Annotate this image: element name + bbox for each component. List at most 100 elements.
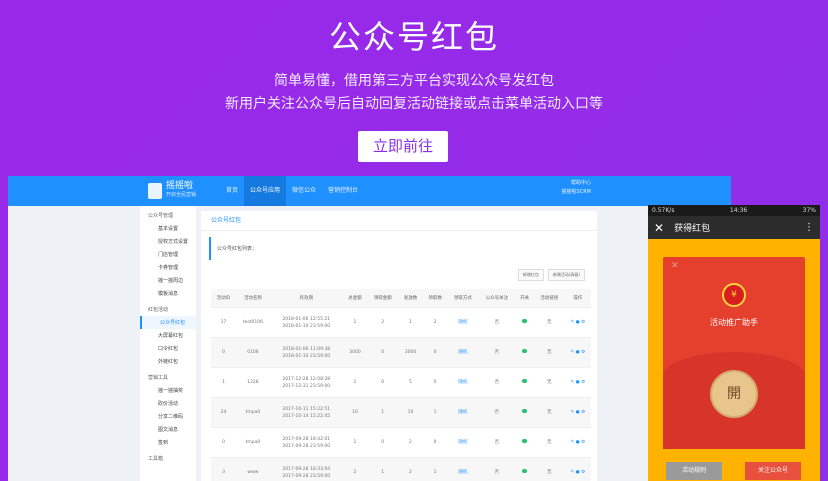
- toggle-icon[interactable]: [522, 409, 528, 413]
- cell-claimed: 0: [422, 337, 448, 368]
- settings-icon[interactable]: ⚙: [581, 410, 585, 415]
- cell-received: 1: [367, 397, 399, 428]
- sidebar-item[interactable]: 摇一摇周边: [140, 274, 196, 287]
- cell-issued: 10: [398, 397, 423, 428]
- view-icon[interactable]: ●: [576, 440, 580, 445]
- logo-subtext: 开启全民营销: [166, 192, 197, 198]
- help-center-link[interactable]: 帮助中心: [562, 179, 591, 188]
- sidebar-item[interactable]: 卡券管理: [140, 261, 196, 274]
- nav-wechat-apps[interactable]: 公众号应用: [244, 176, 287, 206]
- cell-link: 无: [533, 337, 565, 368]
- cell-link: 无: [533, 367, 565, 398]
- cell-link: 无: [533, 307, 565, 338]
- settings-icon[interactable]: ⚙: [581, 320, 585, 325]
- cell-total: 2: [342, 457, 368, 481]
- sidebar-item[interactable]: 外链红包: [140, 355, 196, 368]
- view-icon[interactable]: ●: [576, 470, 580, 475]
- view-icon[interactable]: ●: [576, 350, 580, 355]
- account-name[interactable]: 摇摇啦SCRM: [562, 188, 591, 197]
- nav-marketing-console[interactable]: 营销控制台: [322, 176, 364, 206]
- cell-name: 0106: [236, 337, 270, 368]
- edit-icon[interactable]: ✎: [571, 440, 575, 445]
- cell-name: tmpa0: [236, 427, 270, 458]
- cell-mode[interactable]: 随机: [447, 427, 479, 458]
- red-envelope: ✕ ¥ 活动推广助手 開: [663, 257, 805, 449]
- edit-icon[interactable]: ✎: [571, 470, 575, 475]
- sidebar-item[interactable]: 分享二维码: [140, 410, 196, 423]
- view-icon[interactable]: ●: [576, 410, 580, 415]
- cell-mode[interactable]: 随机: [447, 307, 479, 338]
- cell-switch[interactable]: [515, 427, 534, 458]
- edit-icon[interactable]: ✎: [571, 380, 575, 385]
- cell-switch[interactable]: [515, 307, 534, 338]
- go-now-button[interactable]: 立即前往: [358, 131, 448, 162]
- status-time: 14:36: [729, 207, 748, 214]
- cell-end: 2017-12-31 23:59:00: [282, 383, 331, 389]
- toggle-icon[interactable]: [522, 469, 528, 474]
- cell-issued: 3000: [398, 337, 423, 368]
- activity-rules-button[interactable]: 活动规则: [666, 462, 722, 480]
- cell-claimed: 0: [422, 367, 448, 398]
- more-icon[interactable]: ⋮: [804, 222, 814, 233]
- admin-screenshot: 摇摇啦 开启全民营销 首页 公众号应用 微信公众 营销控制台 帮助中心 摇摇啦SC…: [8, 176, 731, 481]
- add-activity-advanced-button[interactable]: 新增活动(高级): [547, 269, 585, 281]
- sidebar-item[interactable]: 授权方式设置: [140, 235, 196, 248]
- envelope-close-icon[interactable]: ✕: [671, 261, 679, 271]
- cell-ops: ✎ ● ⚙: [564, 367, 591, 398]
- table-row: 17 test0106 2018-01-06 12:55:21 2018-01-10 …: [211, 307, 591, 338]
- content-panel: 公众号红包 公众号红包列表： 新增红包 新增活动(高级) 活动ID 活动名称 有…: [201, 211, 597, 481]
- cell-switch[interactable]: [515, 367, 534, 398]
- view-icon[interactable]: ●: [576, 320, 580, 325]
- cell-claimed: 1: [422, 457, 448, 481]
- toggle-icon[interactable]: [522, 349, 528, 353]
- edit-icon[interactable]: ✎: [571, 350, 575, 355]
- cell-follow: 否: [478, 457, 516, 481]
- sidebar-item[interactable]: 签到: [140, 436, 196, 449]
- follow-account-button[interactable]: 关注公众号: [745, 462, 801, 480]
- table-row: 0 tmpa0 2017-09-28 18:42:01 2017-09-28 23:5…: [211, 427, 591, 458]
- cell-mode[interactable]: 随机: [447, 457, 479, 481]
- sidebar-item[interactable]: 砍价活动: [140, 397, 196, 410]
- add-redpacket-button[interactable]: 新增红包: [517, 269, 544, 281]
- sidebar-item-wechat-redpacket[interactable]: 公众号红包: [140, 316, 196, 329]
- sidebar-item[interactable]: 图文消息: [140, 423, 196, 436]
- nav-home[interactable]: 首页: [220, 176, 244, 206]
- settings-icon[interactable]: ⚙: [581, 470, 585, 475]
- cell-switch[interactable]: [515, 397, 534, 428]
- cell-start: 2017-09-28 18:42:01: [282, 436, 331, 442]
- toggle-icon[interactable]: [522, 379, 528, 383]
- sidebar-item[interactable]: 摇一摇抽奖: [140, 384, 196, 397]
- cell-switch[interactable]: [515, 457, 534, 481]
- cell-mode[interactable]: 随机: [447, 337, 479, 368]
- cell-mode[interactable]: 随机: [447, 367, 479, 398]
- toggle-icon[interactable]: [522, 439, 528, 443]
- settings-icon[interactable]: ⚙: [581, 380, 585, 385]
- edit-icon[interactable]: ✎: [571, 320, 575, 325]
- cell-period: 2017-10-11 15:22:51 2017-10-14 15:22:45: [269, 397, 343, 428]
- cell-switch[interactable]: [515, 337, 534, 368]
- nav-wechat-public[interactable]: 微信公众: [286, 176, 322, 206]
- col-header: 领取金额: [367, 289, 399, 308]
- sidebar-item[interactable]: 口令红包: [140, 342, 196, 355]
- open-envelope-button[interactable]: 開: [710, 370, 758, 418]
- sidebar-item[interactable]: 大屏幕红包: [140, 329, 196, 342]
- cell-issued: 1: [398, 307, 423, 338]
- cell-mode[interactable]: 随机: [447, 397, 479, 428]
- cell-claimed: 2: [422, 307, 448, 338]
- settings-icon[interactable]: ⚙: [581, 440, 585, 445]
- cell-id: 17: [211, 307, 236, 338]
- sidebar-item[interactable]: 基本设置: [140, 222, 196, 235]
- sidebar-item[interactable]: 模板消息: [140, 287, 196, 300]
- redpacket-table: 活动ID 活动名称 有效期 总金额 领取金额 发放数 领取数 领取方式 公众号关…: [211, 289, 591, 481]
- edit-icon[interactable]: ✎: [571, 410, 575, 415]
- cell-link: 无: [533, 397, 565, 428]
- cell-id: 3: [211, 457, 236, 481]
- table-row: 0 0106 2018-01-06 11:09:38 2018-01-10 23:59…: [211, 337, 591, 368]
- sidebar-item[interactable]: 门店管理: [140, 248, 196, 261]
- cell-follow: 否: [478, 367, 516, 398]
- close-icon[interactable]: ✕: [654, 221, 664, 235]
- toggle-icon[interactable]: [522, 319, 528, 323]
- cell-ops: ✎ ● ⚙: [564, 307, 591, 338]
- view-icon[interactable]: ●: [576, 380, 580, 385]
- settings-icon[interactable]: ⚙: [581, 350, 585, 355]
